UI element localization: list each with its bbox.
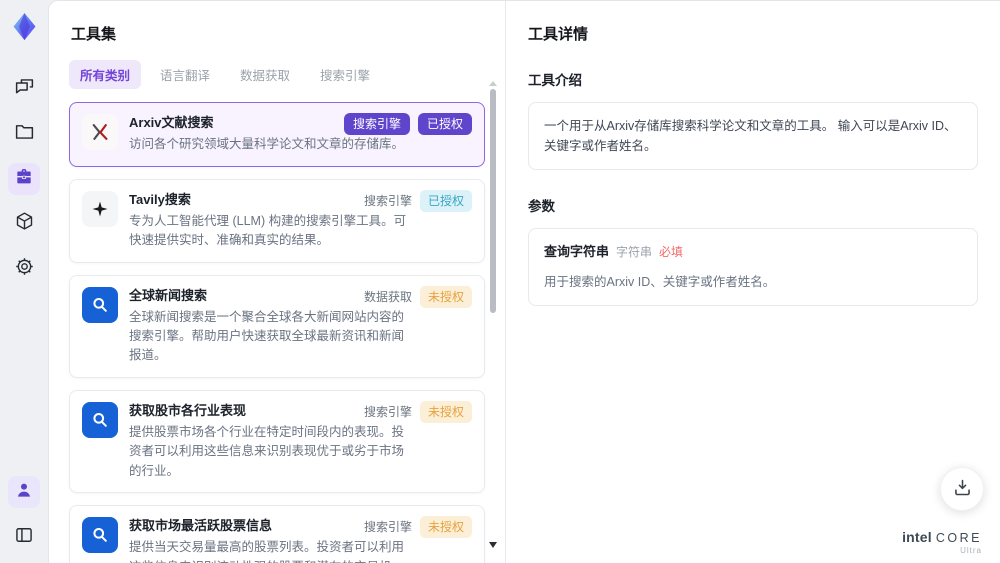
tool-detail-panel: 工具详情 工具介绍 一个用于从Arxiv存储库搜索科学论文和文章的工具。 输入可…: [505, 1, 1000, 563]
gear-icon: [14, 256, 35, 282]
tab-搜索引擎[interactable]: 搜索引擎: [309, 60, 381, 89]
detail-title: 工具详情: [528, 26, 589, 43]
sidebar-item-settings[interactable]: [8, 253, 40, 285]
auth-status-badge: 已授权: [417, 113, 472, 135]
user-icon: [14, 480, 34, 505]
category-badge: 搜索引擎: [363, 520, 412, 535]
auth-status-badge: 已授权: [419, 189, 472, 212]
tool-card[interactable]: 获取市场最活跃股票信息 提供当天交易量最高的股票列表。投资者可以利用这些信息来识…: [69, 505, 485, 563]
sidebar-item-chat[interactable]: [8, 73, 40, 105]
tab-数据获取[interactable]: 数据获取: [229, 60, 301, 89]
tool-list-panel: 工具集 所有类别 语言翻译 数据获取 搜索引擎 Arxiv文献搜索 访问各个研究领域大…: [49, 1, 505, 563]
category-badge: 搜索引擎: [363, 404, 412, 419]
tool-description: 专为人工智能代理 (LLM) 构建的搜索引擎工具。可快速提供实时、准确和真实的结…: [129, 213, 407, 248]
tool-card[interactable]: Tavily搜索 专为人工智能代理 (LLM) 构建的搜索引擎工具。可快速提供实…: [69, 178, 485, 263]
scrollbar-thumb[interactable]: [490, 89, 496, 313]
auth-status-badge: 未授权: [419, 400, 472, 423]
param-list: 查询字符串 字符串 必填 用于搜索的Arxiv ID、关键字或作者姓名。: [528, 228, 978, 306]
auth-status-badge: 未授权: [419, 285, 472, 308]
toolbox-icon: [14, 167, 34, 192]
tool-intro-text: 一个用于从Arxiv存储库搜索科学论文和文章的工具。 输入可以是Arxiv ID…: [528, 102, 978, 170]
intro-heading: 工具介绍: [528, 73, 582, 88]
folder-icon: [14, 121, 35, 147]
sidebar-item-account[interactable]: [8, 476, 40, 508]
download-icon: [952, 477, 973, 501]
auth-status-badge: 未授权: [419, 516, 472, 539]
tab-语言翻译[interactable]: 语言翻译: [149, 60, 221, 89]
tool-description: 全球新闻搜索是一个聚合全球各大新闻网站内容的搜索引擎。帮助用户快速获取全球最新资…: [129, 309, 405, 363]
global-news-icon: [82, 286, 118, 323]
sidebar: [0, 0, 48, 563]
param-required-badge: 必填: [659, 245, 684, 259]
param-name: 查询字符串: [544, 244, 610, 259]
category-badge: 搜索引擎: [363, 193, 412, 208]
scroll-up-icon[interactable]: [489, 81, 497, 86]
sidebar-nav: [8, 73, 40, 285]
tool-card[interactable]: 全球新闻搜索 全球新闻搜索是一个聚合全球各大新闻网站内容的搜索引擎。帮助用户快速…: [69, 274, 485, 378]
tool-description: 提供当天交易量最高的股票列表。投资者可以利用这些信息来识别流动性强的股票和潜在的…: [129, 540, 405, 563]
chat-icon: [14, 76, 35, 102]
core-wordmark: CORE: [935, 530, 982, 545]
page-title: 工具集: [71, 26, 117, 43]
tab-所有类别[interactable]: 所有类别: [69, 60, 142, 89]
param-type: 字符串: [616, 245, 653, 259]
active-stocks-icon: [82, 517, 118, 554]
category-tabs: 所有类别 语言翻译 数据获取 搜索引擎: [69, 60, 485, 89]
tool-card[interactable]: Arxiv文献搜索 访问各个研究领域大量科学论文和文章的存储库。 搜索引擎 已授…: [69, 102, 485, 167]
scrollbar[interactable]: [489, 81, 497, 537]
download-button[interactable]: [940, 467, 984, 511]
tool-card[interactable]: 获取股市各行业表现 提供股票市场各个行业在特定时间段内的表现。投资者可以利用这些…: [69, 389, 485, 494]
panel-icon: [14, 525, 34, 550]
scroll-down-icon[interactable]: [489, 542, 497, 548]
main-panel: 工具集 所有类别 语言翻译 数据获取 搜索引擎 Arxiv文献搜索 访问各个研究领域大…: [48, 0, 1000, 563]
sidebar-item-panel-toggle[interactable]: [8, 521, 40, 553]
params-heading: 参数: [528, 199, 555, 214]
sidebar-item-models[interactable]: [8, 208, 40, 240]
sidebar-bottom-nav: [8, 476, 40, 553]
tool-list: Arxiv文献搜索 访问各个研究领域大量科学论文和文章的存储库。 搜索引擎 已授…: [69, 102, 485, 563]
tool-description: 访问各个研究领域大量科学论文和文章的存储库。: [129, 137, 405, 152]
tavily-icon: [82, 190, 118, 227]
category-badge: 数据获取: [363, 289, 412, 304]
arxiv-icon: [82, 114, 118, 150]
category-badge: 搜索引擎: [343, 113, 410, 135]
cube-icon: [14, 211, 35, 237]
intel-core-logo: intel CORE Ultra: [902, 530, 982, 556]
param-description: 用于搜索的Arxiv ID、关键字或作者姓名。: [544, 274, 776, 289]
app-logo-icon: [7, 9, 41, 43]
parameter-item: 查询字符串 字符串 必填 用于搜索的Arxiv ID、关键字或作者姓名。: [544, 242, 962, 292]
ultra-wordmark: Ultra: [960, 546, 982, 555]
tool-description: 提供股票市场各个行业在特定时间段内的表现。投资者可以利用这些信息来识别表现优于或…: [129, 425, 405, 478]
sidebar-item-files[interactable]: [8, 118, 40, 150]
sector-performance-icon: [82, 401, 118, 438]
sidebar-item-toolbox[interactable]: [8, 163, 40, 195]
intel-wordmark: intel: [902, 528, 932, 545]
